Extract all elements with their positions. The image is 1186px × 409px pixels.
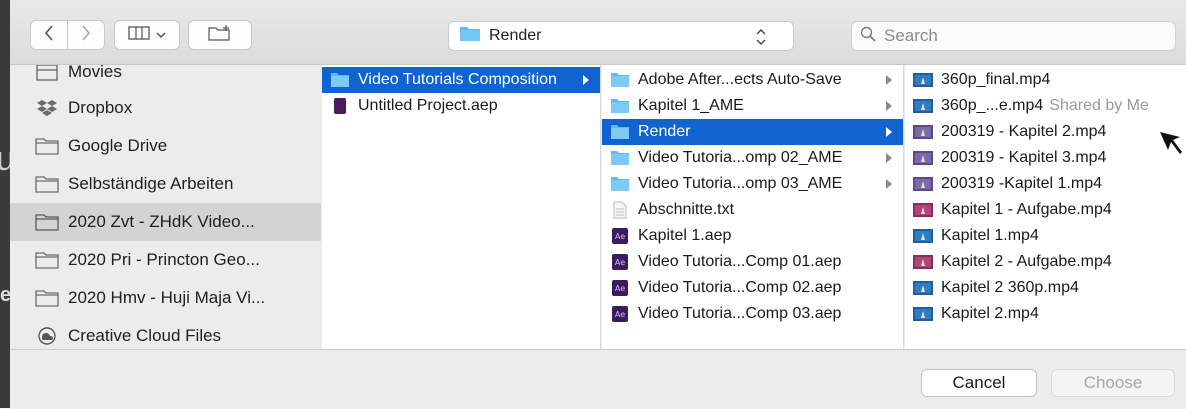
search-box[interactable] bbox=[851, 21, 1176, 51]
folder-icon bbox=[610, 97, 630, 115]
dialog-toolbar: Render bbox=[10, 0, 1186, 65]
video-thumbnail-icon bbox=[913, 305, 933, 323]
dropbox-icon bbox=[34, 98, 60, 118]
movies-icon bbox=[34, 65, 60, 82]
list-item-aep-file[interactable]: Ae Video Tutoria...Comp 02.aep bbox=[602, 275, 903, 301]
disclosure-arrow-icon bbox=[885, 125, 893, 143]
mouse-pointer-icon bbox=[1160, 132, 1182, 154]
chevron-right-icon bbox=[81, 24, 91, 46]
video-thumbnail-icon bbox=[913, 227, 933, 245]
disclosure-arrow-icon bbox=[885, 177, 893, 195]
search-icon bbox=[860, 26, 876, 47]
text-file-icon bbox=[610, 201, 630, 219]
browser-column-1: Video Tutorials Composition Untitled Pro… bbox=[322, 65, 601, 349]
new-folder-icon bbox=[208, 24, 232, 47]
disclosure-arrow-icon bbox=[582, 73, 590, 91]
back-button[interactable] bbox=[30, 20, 68, 50]
list-item-video-tutorials-composition[interactable]: Video Tutorials Composition bbox=[322, 67, 600, 93]
list-item-aep-file[interactable]: Ae Video Tutoria...Comp 03.aep bbox=[602, 301, 903, 327]
browser-column-3: 360p_final.mp4 360p_...e.mp4 Shared by M… bbox=[905, 65, 1186, 349]
list-item-video-file[interactable]: 200319 - Kapitel 3.mp4 bbox=[905, 145, 1186, 171]
video-thumbnail-icon bbox=[913, 71, 933, 89]
after-effects-icon: Ae bbox=[610, 253, 630, 271]
list-item-aep-file[interactable]: Ae Video Tutoria...Comp 01.aep bbox=[602, 249, 903, 275]
video-thumbnail-icon bbox=[913, 201, 933, 219]
search-input[interactable] bbox=[882, 25, 1166, 47]
svg-text:Ae: Ae bbox=[615, 232, 625, 241]
folder-icon bbox=[610, 175, 630, 193]
updown-chevron-icon bbox=[755, 27, 767, 52]
list-item-aep-file[interactable]: Ae Kapitel 1.aep bbox=[602, 223, 903, 249]
folder-icon bbox=[610, 71, 630, 89]
list-item-video-file[interactable]: 360p_final.mp4 bbox=[905, 67, 1186, 93]
shared-label: Shared by Me bbox=[1049, 97, 1149, 114]
list-item-text-file[interactable]: Abschnitte.txt bbox=[602, 197, 903, 223]
folder-icon bbox=[34, 288, 60, 308]
chevron-down-icon bbox=[156, 26, 166, 44]
sidebar-item-dropbox[interactable]: Dropbox bbox=[10, 89, 321, 127]
after-effects-icon: Ae bbox=[610, 305, 630, 323]
video-thumbnail-icon bbox=[913, 175, 933, 193]
svg-text:Ae: Ae bbox=[615, 258, 625, 267]
list-item-video-file[interactable]: Kapitel 2.mp4 bbox=[905, 301, 1186, 327]
after-effects-icon: Ae bbox=[610, 227, 630, 245]
column-view-icon bbox=[128, 25, 150, 45]
folder-icon bbox=[610, 123, 630, 141]
after-effects-icon: Ae bbox=[610, 279, 630, 297]
svg-text:Ae: Ae bbox=[615, 310, 625, 319]
sidebar-item-selbstaendige-arbeiten[interactable]: Selbständige Arbeiten bbox=[10, 165, 321, 203]
video-thumbnail-icon bbox=[913, 253, 933, 271]
folder-icon bbox=[34, 212, 60, 232]
video-thumbnail-icon bbox=[913, 279, 933, 297]
svg-text:Ae: Ae bbox=[615, 284, 625, 293]
premiere-project-icon bbox=[330, 97, 350, 115]
browser-column-2: Adobe After...ects Auto-Save Kapitel 1_A… bbox=[602, 65, 904, 349]
folder-icon bbox=[34, 250, 60, 270]
disclosure-arrow-icon bbox=[885, 99, 893, 117]
list-item-video-file[interactable]: Kapitel 1 - Aufgabe.mp4 bbox=[905, 197, 1186, 223]
disclosure-arrow-icon bbox=[885, 73, 893, 91]
new-folder-button[interactable] bbox=[188, 20, 252, 50]
video-thumbnail-icon bbox=[913, 123, 933, 141]
folder-icon bbox=[34, 174, 60, 194]
creative-cloud-icon bbox=[34, 326, 60, 346]
sidebar-item-creative-cloud[interactable]: Creative Cloud Files bbox=[10, 317, 321, 349]
location-popup[interactable]: Render bbox=[448, 21, 794, 51]
list-item-video-file[interactable]: Kapitel 2 - Aufgabe.mp4 bbox=[905, 249, 1186, 275]
folder-icon bbox=[34, 136, 60, 156]
dialog-footer: Cancel Choose bbox=[10, 349, 1186, 409]
chevron-left-icon bbox=[44, 24, 54, 46]
sidebar-item-movies[interactable]: Movies bbox=[10, 65, 321, 91]
list-item-folder[interactable]: Video Tutoria...omp 03_AME bbox=[602, 171, 903, 197]
sidebar-item-2020-zvt[interactable]: 2020 Zvt - ZHdK Video... bbox=[10, 203, 321, 241]
list-item-video-file[interactable]: Kapitel 2 360p.mp4 bbox=[905, 275, 1186, 301]
choose-button[interactable]: Choose bbox=[1051, 369, 1175, 397]
open-file-dialog: Render Movies Dropbox bbox=[10, 0, 1186, 409]
disclosure-arrow-icon bbox=[885, 151, 893, 169]
sidebar-item-google-drive[interactable]: Google Drive bbox=[10, 127, 321, 165]
sidebar: Movies Dropbox Google Drive Selbständige… bbox=[10, 65, 321, 349]
video-thumbnail-icon bbox=[913, 149, 933, 167]
list-item-video-file[interactable]: 200319 - Kapitel 2.mp4 bbox=[905, 119, 1186, 145]
cancel-button[interactable]: Cancel bbox=[921, 369, 1037, 397]
sidebar-item-2020-hmv[interactable]: 2020 Hmv - Huji Maja Vi... bbox=[10, 279, 321, 317]
list-item-untitled-project[interactable]: Untitled Project.aep bbox=[322, 93, 600, 119]
sidebar-item-2020-pri[interactable]: 2020 Pri - Princton Geo... bbox=[10, 241, 321, 279]
location-label: Render bbox=[489, 27, 542, 44]
list-item-folder[interactable]: Kapitel 1_AME bbox=[602, 93, 903, 119]
list-item-render[interactable]: Render bbox=[602, 119, 903, 145]
folder-icon bbox=[459, 25, 481, 47]
list-item-folder[interactable]: Adobe After...ects Auto-Save bbox=[602, 67, 903, 93]
list-item-video-file[interactable]: Kapitel 1.mp4 bbox=[905, 223, 1186, 249]
list-item-video-file[interactable]: 360p_...e.mp4 Shared by Me bbox=[905, 93, 1186, 119]
list-item-video-file[interactable]: 200319 -Kapitel 1.mp4 bbox=[905, 171, 1186, 197]
folder-icon bbox=[330, 71, 350, 89]
forward-button[interactable] bbox=[67, 20, 105, 50]
video-thumbnail-icon bbox=[913, 97, 933, 115]
view-mode-button[interactable] bbox=[114, 20, 180, 50]
list-item-folder[interactable]: Video Tutoria...omp 02_AME bbox=[602, 145, 903, 171]
folder-icon bbox=[610, 149, 630, 167]
